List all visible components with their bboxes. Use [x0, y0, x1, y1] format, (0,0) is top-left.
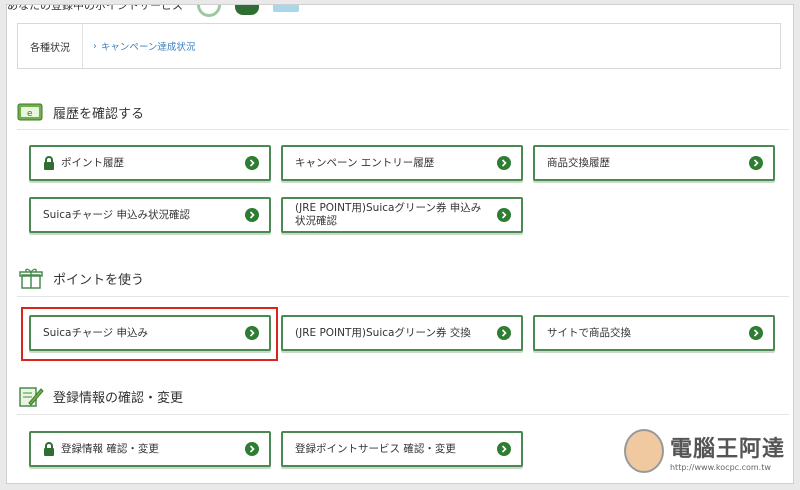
- registration-info-label: 登録情報 確認・変更: [61, 442, 159, 455]
- registration-info-button[interactable]: 登録情報 確認・変更: [29, 431, 271, 467]
- divider: [17, 296, 789, 297]
- campaign-entry-history-label: キャンペーン エントリー履歴: [295, 156, 435, 169]
- arrow-right-circle-icon: [245, 156, 259, 170]
- section-use-header: ポイントを使う: [17, 267, 144, 289]
- section-history-title: 履歴を確認する: [53, 106, 145, 122]
- gift-icon: [19, 268, 43, 289]
- point-history-button[interactable]: ポイント履歴: [29, 145, 271, 181]
- page-frame: あなたの登録中のポイントサービス 各種状況 › キャンペーン達成状況 e 履歴を…: [6, 4, 794, 484]
- mascot-face-icon: [623, 429, 664, 473]
- divider: [17, 129, 789, 130]
- top-clipped-text: あなたの登録中のポイントサービス: [7, 4, 183, 12]
- exchange-history-label: 商品交換履歴: [547, 156, 610, 169]
- status-label: 各種状況: [18, 24, 83, 68]
- campaign-status-link-label: キャンペーン達成状況: [100, 42, 196, 53]
- arrow-right-circle-icon: [497, 156, 511, 170]
- suica-charge-status-label: Suicaチャージ 申込み状況確認: [43, 208, 190, 221]
- point-service-logo-icon: [197, 5, 221, 17]
- site-product-exchange-button[interactable]: サイトで商品交換: [533, 315, 775, 351]
- arrow-right-circle-icon: [749, 156, 763, 170]
- green-ticket-exchange-label: (JRE POINT用)Suicaグリーン券 交換: [295, 326, 471, 339]
- point-service-logo-icon: [273, 5, 299, 12]
- campaign-entry-history-button[interactable]: キャンペーン エントリー履歴: [281, 145, 523, 181]
- e-card-icon: e: [17, 103, 43, 121]
- suica-charge-status-button[interactable]: Suicaチャージ 申込み状況確認: [29, 197, 271, 233]
- status-panel: 各種状況 › キャンペーン達成状況: [17, 23, 781, 69]
- arrow-right-circle-icon: [497, 208, 511, 222]
- chevron-right-icon: ›: [93, 40, 97, 52]
- arrow-right-circle-icon: [749, 326, 763, 340]
- divider: [17, 414, 789, 415]
- lock-icon: [44, 156, 54, 170]
- section-history-header: e 履歴を確認する: [17, 101, 144, 123]
- point-history-label: ポイント履歴: [61, 156, 124, 169]
- arrow-right-circle-icon: [497, 326, 511, 340]
- top-clipped-header: あなたの登録中のポイントサービス: [7, 4, 299, 17]
- registered-point-services-label: 登録ポイントサービス 確認・変更: [295, 442, 456, 455]
- point-service-logo-icon: [235, 5, 259, 15]
- exchange-history-button[interactable]: 商品交換履歴: [533, 145, 775, 181]
- site-product-exchange-label: サイトで商品交換: [547, 326, 631, 339]
- watermark-title: 電腦王阿達: [669, 436, 785, 462]
- svg-text:e: e: [27, 109, 33, 119]
- green-ticket-status-button[interactable]: (JRE POINT用)Suicaグリーン券 申込み状況確認: [281, 197, 523, 233]
- green-ticket-status-label: (JRE POINT用)Suicaグリーン券 申込み状況確認: [295, 202, 482, 227]
- watermark: 電腦王阿達 http://www.kocpc.com.tw: [623, 429, 785, 473]
- arrow-right-circle-icon: [497, 442, 511, 456]
- section-use-title: ポイントを使う: [53, 272, 145, 288]
- section-register-header: 登録情報の確認・変更: [17, 385, 183, 407]
- lock-icon: [44, 442, 54, 456]
- highlight-box: [21, 307, 278, 361]
- watermark-url: http://www.kocpc.com.tw: [669, 462, 771, 472]
- green-ticket-exchange-button[interactable]: (JRE POINT用)Suicaグリーン券 交換: [281, 315, 523, 351]
- arrow-right-circle-icon: [245, 442, 259, 456]
- campaign-status-link[interactable]: › キャンペーン達成状況: [93, 39, 196, 54]
- section-register-title: 登録情報の確認・変更: [53, 390, 184, 406]
- arrow-right-circle-icon: [245, 208, 259, 222]
- registered-point-services-button[interactable]: 登録ポイントサービス 確認・変更: [281, 431, 523, 467]
- pencil-paper-icon: [19, 387, 44, 407]
